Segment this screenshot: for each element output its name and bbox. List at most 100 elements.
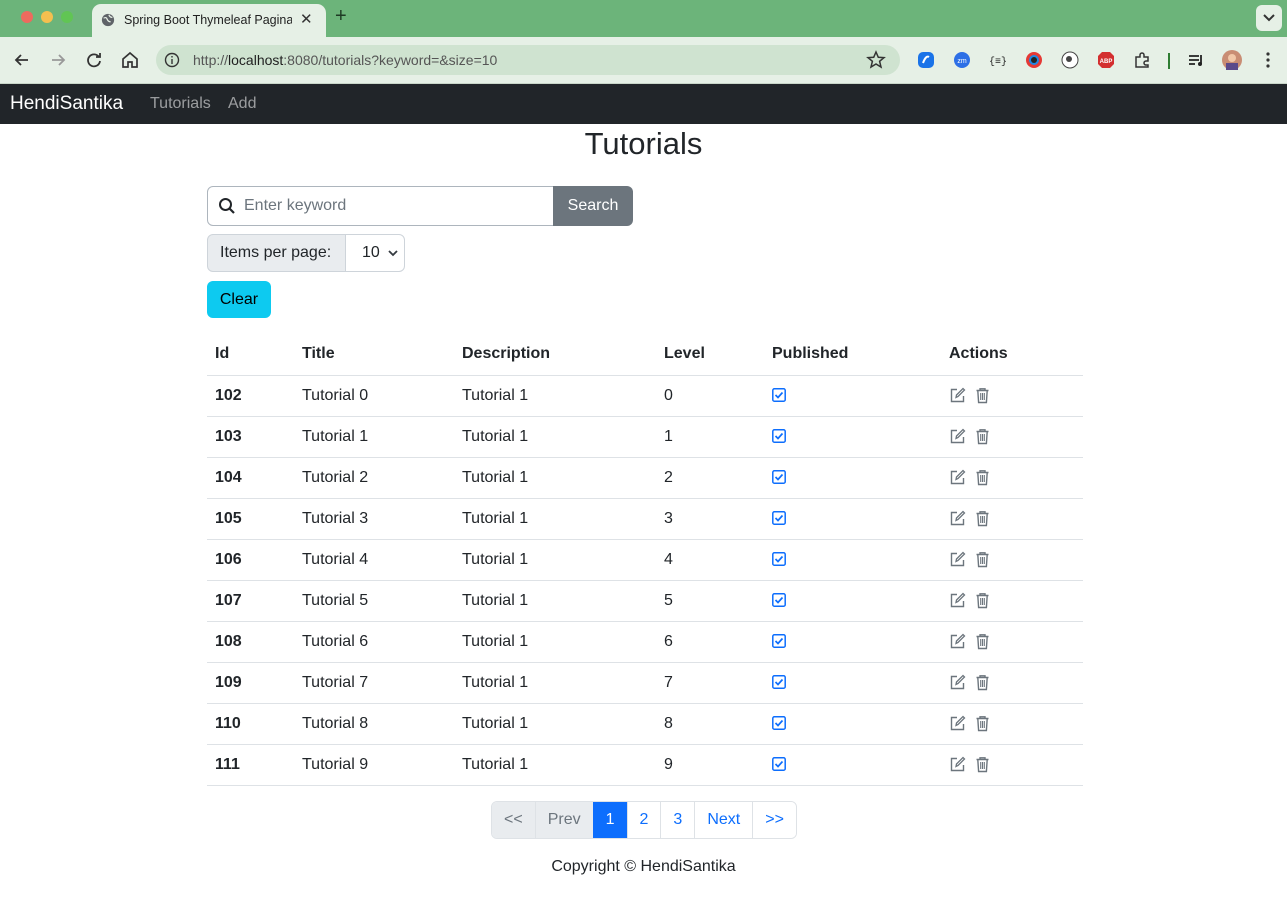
search-button[interactable]: Search [553, 186, 633, 226]
nav-link-tutorials[interactable]: Tutorials [150, 95, 211, 113]
checked-box-icon [772, 757, 786, 772]
extension-swirl-icon[interactable] [917, 51, 935, 69]
minimize-window-button[interactable] [41, 11, 53, 23]
tab-close-icon[interactable]: ✕ [300, 10, 313, 28]
profile-extension-icon[interactable] [1061, 51, 1079, 69]
search-input[interactable] [244, 194, 544, 218]
cell-actions [941, 457, 1083, 499]
cell-title: Tutorial 6 [294, 621, 454, 663]
trash-icon[interactable] [974, 592, 991, 609]
trash-icon[interactable] [974, 510, 991, 527]
page-last-button[interactable]: >> [752, 802, 796, 838]
checked-box-icon [772, 716, 786, 731]
maximize-window-button[interactable] [61, 11, 73, 23]
clear-button[interactable]: Clear [207, 281, 271, 318]
cell-level: 8 [656, 703, 764, 745]
cell-id: 108 [207, 621, 294, 663]
checked-box-icon [772, 634, 786, 649]
new-tab-icon[interactable]: + [335, 5, 347, 28]
home-icon[interactable] [119, 49, 141, 71]
checked-box-icon [772, 511, 786, 526]
cell-title: Tutorial 0 [294, 375, 454, 417]
address-bar[interactable]: http://localhost:8080/tutorials?keyword=… [156, 45, 900, 75]
edit-icon[interactable] [949, 428, 966, 445]
reload-icon[interactable] [83, 49, 105, 71]
puzzle-extensions-icon[interactable] [1133, 51, 1151, 69]
trash-icon[interactable] [974, 756, 991, 773]
nav-link-add[interactable]: Add [228, 95, 256, 113]
trash-icon[interactable] [974, 715, 991, 732]
cell-id: 107 [207, 580, 294, 622]
edit-icon[interactable] [949, 469, 966, 486]
cell-description: Tutorial 1 [454, 744, 656, 786]
checked-box-icon [772, 429, 786, 444]
toolbar-divider [1168, 53, 1170, 69]
browser-menu-icon[interactable] [1259, 51, 1277, 69]
trash-icon[interactable] [974, 674, 991, 691]
tab-search-button[interactable] [1256, 5, 1282, 31]
bookmark-star-icon[interactable] [866, 50, 886, 70]
header-id: Id [207, 334, 294, 376]
edit-icon[interactable] [949, 674, 966, 691]
table-row: 109 Tutorial 7 Tutorial 17 [207, 662, 1083, 704]
page-3-button[interactable]: 3 [660, 802, 695, 838]
table-row: 104 Tutorial 2 Tutorial 12 [207, 457, 1083, 499]
json-extension-icon[interactable]: {≡} [989, 51, 1007, 69]
site-info-icon[interactable] [164, 52, 180, 68]
cell-published [764, 457, 941, 499]
tutorials-table: Id Title Description Level Published Act… [207, 334, 1083, 786]
search-field[interactable] [207, 186, 555, 226]
svg-text:zm: zm [957, 58, 967, 65]
cell-published [764, 703, 941, 745]
trash-icon[interactable] [974, 633, 991, 650]
trash-icon[interactable] [974, 387, 991, 404]
cell-description: Tutorial 1 [454, 457, 656, 499]
edit-icon[interactable] [949, 715, 966, 732]
trash-icon[interactable] [974, 469, 991, 486]
browser-tab[interactable]: Spring Boot Thymeleaf Paginatio ✕ [92, 4, 326, 37]
edit-icon[interactable] [949, 592, 966, 609]
cell-title: Tutorial 7 [294, 662, 454, 704]
checked-box-icon [772, 675, 786, 690]
checked-box-icon [772, 470, 786, 485]
back-arrow-icon[interactable] [11, 49, 33, 71]
edit-icon[interactable] [949, 510, 966, 527]
cell-description: Tutorial 1 [454, 375, 656, 417]
close-window-button[interactable] [21, 11, 33, 23]
brand-link[interactable]: HendiSantika [10, 93, 123, 115]
page-first-button[interactable]: << [492, 802, 535, 838]
edit-icon[interactable] [949, 633, 966, 650]
forward-arrow-icon[interactable] [47, 49, 69, 71]
cell-level: 6 [656, 621, 764, 663]
edit-icon[interactable] [949, 387, 966, 404]
edit-icon[interactable] [949, 756, 966, 773]
tab-title: Spring Boot Thymeleaf Paginatio [124, 13, 292, 27]
table-row: 111 Tutorial 9 Tutorial 19 [207, 744, 1083, 786]
search-form: Search [207, 186, 633, 226]
items-per-page-select[interactable]: 10 [345, 234, 405, 272]
edit-icon[interactable] [949, 551, 966, 568]
table-row: 103 Tutorial 1 Tutorial 11 [207, 416, 1083, 458]
trash-icon[interactable] [974, 551, 991, 568]
cell-published [764, 539, 941, 581]
avatar[interactable] [1222, 50, 1242, 70]
cell-title: Tutorial 1 [294, 416, 454, 458]
cell-id: 104 [207, 457, 294, 499]
page-prev-button[interactable]: Prev [534, 802, 593, 838]
header-title: Title [294, 334, 454, 376]
zoom-extension-icon[interactable]: zm [953, 51, 971, 69]
color-picker-extension-icon[interactable] [1025, 51, 1043, 69]
trash-icon[interactable] [974, 428, 991, 445]
cell-level: 2 [656, 457, 764, 499]
page-2-button[interactable]: 2 [626, 802, 661, 838]
chevron-down-icon [1263, 14, 1275, 22]
cell-level: 1 [656, 416, 764, 458]
page-1-button[interactable]: 1 [592, 802, 627, 838]
cell-id: 111 [207, 744, 294, 786]
media-control-icon[interactable] [1187, 51, 1205, 69]
page-next-button[interactable]: Next [694, 802, 753, 838]
adblock-extension-icon[interactable]: ABP [1097, 51, 1115, 69]
items-per-page-value: 10 [362, 244, 380, 261]
url-text: http://localhost:8080/tutorials?keyword=… [193, 52, 498, 68]
cell-actions [941, 580, 1083, 622]
